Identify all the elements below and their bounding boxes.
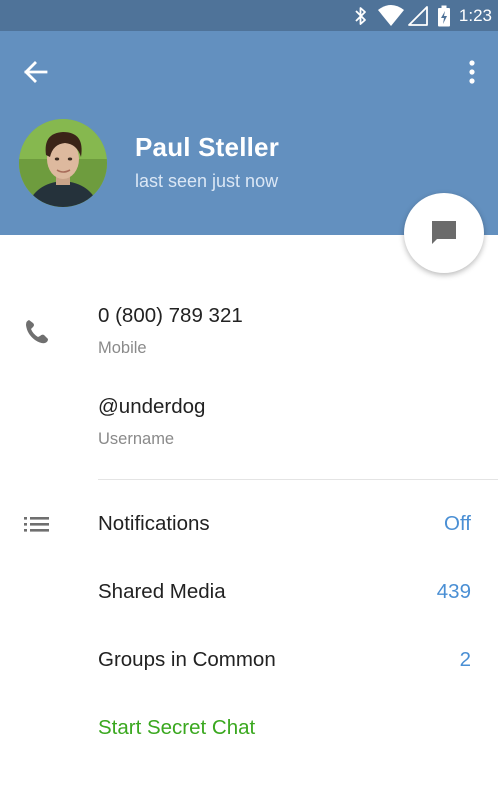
last-seen-status: last seen just now [135, 171, 279, 191]
more-options-button[interactable] [460, 56, 484, 88]
phone-number[interactable]: 0 (800) 789 321 [98, 304, 243, 328]
phone-type-label: Mobile [98, 339, 147, 357]
battery-charging-icon [437, 5, 450, 26]
start-secret-chat-label: Start Secret Chat [98, 716, 256, 739]
username[interactable]: @underdog [98, 395, 205, 419]
shared-media-count: 439 [436, 580, 471, 603]
shared-media-row[interactable]: Shared Media 439 [0, 563, 498, 623]
wifi-icon [377, 4, 404, 26]
more-vertical-icon [469, 60, 475, 84]
arrow-left-icon [24, 61, 48, 83]
phone-icon [26, 320, 48, 344]
chat-bubble-icon [432, 221, 456, 244]
send-message-button[interactable] [404, 193, 484, 273]
back-button[interactable] [20, 56, 52, 88]
notifications-row[interactable]: Notifications Off [0, 495, 498, 555]
groups-in-common-count: 2 [459, 648, 471, 671]
start-secret-chat-row[interactable]: Start Secret Chat [0, 699, 498, 759]
section-divider [98, 479, 498, 480]
groups-in-common-label: Groups in Common [98, 648, 276, 671]
signal-icon [408, 5, 428, 26]
profile-name: Paul Steller [135, 132, 280, 162]
notifications-label: Notifications [98, 512, 210, 535]
status-time: 1:23 [458, 5, 492, 25]
avatar[interactable] [19, 119, 107, 207]
bluetooth-icon [355, 6, 366, 25]
status-icons: 1:23 [353, 0, 492, 31]
notifications-value: Off [444, 512, 471, 535]
shared-media-label: Shared Media [98, 580, 226, 603]
status-bar: 1:23 [0, 0, 498, 31]
username-label: Username [98, 430, 175, 448]
groups-in-common-row[interactable]: Groups in Common 2 [0, 631, 498, 691]
